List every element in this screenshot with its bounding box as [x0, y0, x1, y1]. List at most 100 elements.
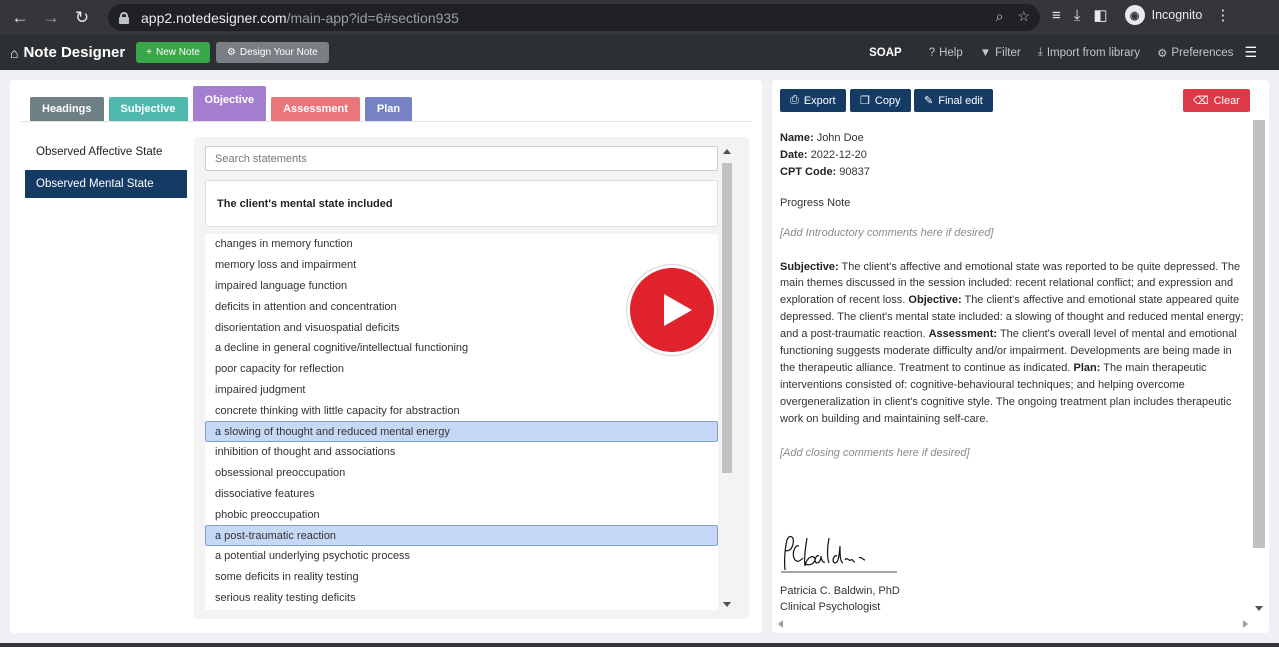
forward-arrow-icon[interactable]: →	[40, 7, 62, 29]
new-note-label: New Note	[156, 47, 200, 58]
tab-objective[interactable]: Objective	[192, 86, 267, 121]
signature-block: Patricia C. Baldwin, PhD Clinical Psycho…	[780, 583, 900, 615]
statement-item[interactable]: concrete thinking with little capacity f…	[205, 400, 718, 421]
statement-item[interactable]: memory loss and impairment	[205, 255, 718, 276]
search-statements-input[interactable]: Search statements	[205, 146, 718, 171]
filter-label: Filter	[995, 46, 1021, 59]
statement-item[interactable]: poor capacity for reflection	[205, 359, 718, 380]
objective-label: Objective:	[908, 294, 962, 307]
import-label: Import from library	[1046, 46, 1141, 59]
cpt-value: 90837	[839, 165, 870, 178]
browser-toolbar: ← → ↻ app2.notedesigner.com/main-app?id=…	[0, 0, 1279, 35]
note-title: Progress Note	[780, 196, 851, 209]
statement-builder-panel: Headings Subjective Objective Assessment…	[10, 80, 762, 633]
bookmark-star-icon[interactable]: ☆	[1017, 8, 1030, 25]
scroll-left-arrow-icon[interactable]	[778, 620, 783, 628]
statement-item[interactable]: dissociative features	[205, 484, 718, 505]
filter-link[interactable]: ▼ Filter	[980, 47, 1021, 59]
statement-item[interactable]: changes in memory function	[205, 234, 718, 255]
tab-subjective[interactable]: Subjective	[108, 97, 188, 121]
eraser-icon: ⌫	[1193, 95, 1209, 107]
name-label: Name:	[780, 132, 814, 144]
help-label: Help	[939, 46, 963, 59]
preferences-label: Preferences	[1171, 46, 1234, 59]
note-date-line: Date: 2022-12-20	[780, 147, 1244, 164]
cogs-icon: ⚙	[1157, 47, 1168, 60]
reload-icon[interactable]: ↻	[71, 7, 93, 29]
tabs-divider	[20, 121, 752, 122]
copy-label: Copy	[874, 94, 901, 107]
signer-name: Patricia C. Baldwin, PhD	[780, 585, 900, 597]
note-scrollbar[interactable]	[1252, 120, 1266, 614]
note-horizontal-scrollbar[interactable]	[774, 618, 1252, 630]
heading-item-observed-affective-state[interactable]: Observed Affective State	[25, 138, 187, 166]
print-icon: ⎙	[790, 94, 799, 106]
side-panel-icon[interactable]: ◧	[1093, 6, 1107, 24]
incognito-icon: ◉	[1124, 5, 1145, 25]
statement-item[interactable]: phobic preoccupation	[205, 504, 718, 525]
home-icon: ⌂	[10, 44, 19, 61]
statement-item-selected[interactable]: a slowing of thought and reduced mental …	[205, 421, 718, 442]
clear-button[interactable]: ⌫ Clear	[1183, 89, 1250, 112]
cpt-label: CPT Code:	[780, 165, 837, 178]
intro-comments-placeholder[interactable]: [Add Introductory comments here if desir…	[780, 225, 1244, 242]
note-name-line: Name: John Doe	[780, 130, 1244, 147]
tab-headings[interactable]: Headings	[30, 97, 104, 121]
statements-panel: Search statements The client's mental st…	[194, 137, 749, 619]
edit-icon: ✎	[924, 95, 934, 107]
export-button[interactable]: ⎙ Export	[780, 89, 846, 112]
statement-item[interactable]: obsessional preoccupation	[205, 463, 718, 484]
note-content[interactable]: Name: John Doe Date: 2022-12-20 CPT Code…	[780, 130, 1244, 462]
video-play-button[interactable]	[627, 265, 717, 355]
final-edit-button[interactable]: ✎ Final edit	[914, 89, 993, 112]
scroll-right-arrow-icon[interactable]	[1243, 620, 1248, 628]
statements-scrollbar[interactable]	[720, 146, 734, 610]
filter-icon: ▼	[979, 46, 992, 59]
statement-item-selected[interactable]: a post-traumatic reaction	[205, 525, 718, 546]
design-note-button[interactable]: ⚙ Design Your Note	[215, 42, 329, 63]
help-link[interactable]: ? Help	[929, 47, 963, 59]
plus-icon: +	[146, 47, 153, 58]
soap-format-link[interactable]: SOAP	[869, 47, 902, 59]
scroll-up-arrow-icon[interactable]	[723, 149, 731, 154]
preferences-link[interactable]: ⚙ Preferences	[1157, 46, 1233, 60]
zoom-icon[interactable]: ⌕	[996, 8, 1004, 25]
statement-item[interactable]: some deficits in reality testing	[205, 567, 718, 588]
back-arrow-icon[interactable]: ←	[9, 7, 31, 29]
tab-plan[interactable]: Plan	[364, 97, 413, 121]
statement-item[interactable]: serious reality testing deficits	[205, 588, 718, 609]
statement-item[interactable]: impaired judgment	[205, 380, 718, 401]
question-icon: ?	[928, 46, 936, 59]
reading-list-icon[interactable]: ≡	[1052, 7, 1061, 24]
address-bar[interactable]: app2.notedesigner.com/main-app?id=6#sect…	[108, 4, 1040, 31]
statement-item[interactable]: inhibition of thought and associations	[205, 442, 718, 463]
browser-menu-icon[interactable]: ⋮	[1215, 6, 1230, 24]
date-value: 2022-12-20	[810, 148, 867, 161]
app-brand[interactable]: ⌂ Note Designer	[10, 44, 125, 61]
statement-stem: The client's mental state included	[205, 180, 718, 227]
cogs-icon: ⚙	[226, 47, 236, 58]
copy-button[interactable]: ❐ Copy	[850, 89, 911, 112]
import-library-link[interactable]: ⤓ Import from library	[1038, 46, 1140, 59]
design-note-label: Design Your Note	[239, 47, 318, 58]
new-note-button[interactable]: + New Note	[136, 42, 210, 63]
incognito-profile[interactable]: ◉ Incognito	[1124, 5, 1202, 25]
note-cpt-line: CPT Code: 90837	[780, 164, 1244, 181]
download-icon[interactable]: ⤓	[1074, 7, 1081, 24]
tab-assessment[interactable]: Assessment	[271, 97, 360, 121]
signature-image	[781, 535, 897, 573]
closing-comments-placeholder[interactable]: [Add closing comments here if desired]	[780, 445, 1244, 462]
scrollbar-thumb[interactable]	[722, 163, 732, 473]
statement-item[interactable]: a potential underlying psychotic process	[205, 546, 718, 567]
app-navbar: ⌂ Note Designer + New Note ⚙ Design Your…	[0, 35, 1279, 70]
download-icon: ⤓	[1037, 46, 1043, 58]
name-value: John Doe	[816, 132, 864, 144]
clear-label: Clear	[1213, 94, 1240, 107]
scroll-down-arrow-icon[interactable]	[723, 602, 731, 607]
hamburger-menu-icon[interactable]: ☰	[1244, 44, 1257, 61]
scroll-down-arrow-icon[interactable]	[1255, 606, 1263, 611]
scrollbar-thumb[interactable]	[1253, 120, 1265, 548]
soap-body: Subjective: The client's affective and e…	[780, 259, 1244, 428]
note-preview-panel: ⎙ Export ❐ Copy ✎ Final edit ⌫ Clear Nam…	[772, 80, 1269, 633]
heading-item-observed-mental-state[interactable]: Observed Mental State	[25, 170, 187, 198]
